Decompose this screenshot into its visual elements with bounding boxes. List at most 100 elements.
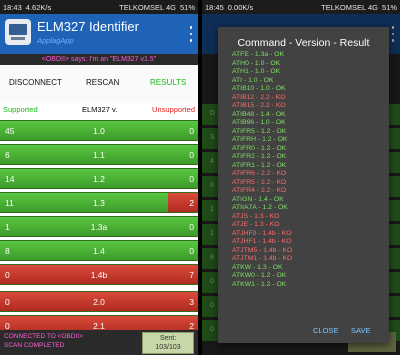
status-bar: 18:45 0.00K/s TELKOMSEL 4G 51% [202, 0, 400, 14]
dimmed-row-letter: 0 [210, 278, 214, 285]
status-time: 18:43 [3, 2, 22, 12]
result-row[interactable]: 0 2.0 3 [0, 291, 198, 312]
command-result-list[interactable]: ATFE - 1.3a - OK ATH0 - 1.0 - OK ATH1 - 1.… [232, 51, 385, 311]
command-result-item: ATKW1 - 1.2 - OK [232, 280, 287, 288]
command-result-item: ATJTM1 - 1.4b - KO [232, 255, 293, 262]
command-result-item: ATJS - 1.3 - KO [232, 212, 280, 220]
result-row[interactable]: 6 1.1 0 [0, 144, 198, 165]
dimmed-row-letter: S [210, 134, 215, 141]
command-result-item: ATIB12 - 2.2 - KO [232, 93, 286, 101]
command-result-item: ATIFR1 - 1.2 - OK [232, 161, 287, 169]
command-result-item: ATIFR6 - 2.2 - KO [232, 170, 287, 177]
command-result-item: ATJHF0 - 1.4b - KO [232, 229, 292, 237]
command-result-item: ATIFR0 - 1.2 - OK [232, 144, 287, 152]
device-response-text: <OBDII> says: I'm an "ELM327 v1.5" [0, 54, 198, 65]
unsupported-count: 0 [189, 126, 194, 136]
app-title: ELM327 Identifier [37, 19, 139, 34]
version-label: 1.4b [90, 270, 108, 280]
disconnect-button[interactable]: DISCONNECT [9, 78, 62, 87]
results-header: Supported ELM327 v. Unsupported [0, 103, 198, 116]
unsupported-count: 0 [189, 246, 194, 256]
connection-status: CONNECTED TO <OBDII> [4, 333, 83, 340]
sent-value: 103/103 [155, 344, 181, 351]
unsupported-count: 0 [189, 222, 194, 232]
version-label: 1.3 [93, 198, 105, 208]
command-result-item: ATJE - 1.3 - KO [232, 221, 280, 228]
version-label: 2.0 [93, 297, 105, 307]
command-result-item: ATIFR2 - 1.2 - OK [232, 153, 287, 160]
right-screen: 18:45 0.00K/s TELKOMSEL 4G 51% D S 4 6 1 1 8 0 0… [202, 0, 400, 355]
tab-bar: DISCONNECT RESCAN RESULTS [0, 65, 198, 103]
command-result-item: ATIFR5 - 2.2 - KO [232, 178, 287, 186]
overflow-menu-icon [389, 24, 397, 44]
status-speed: 4.62K/s [25, 2, 52, 12]
unsupported-count: 3 [189, 297, 194, 307]
app-logo-icon [5, 19, 31, 45]
header-supported: Supported [3, 105, 38, 114]
command-result-item: ATIFRH - 1.2 - OK [232, 136, 288, 143]
status-carrier: TELKOMSEL 4G [119, 2, 176, 12]
dimmed-row-letter: 0 [210, 302, 214, 309]
app-subtitle: ApplagApp [37, 36, 74, 45]
unsupported-count: 7 [189, 270, 194, 280]
command-result-item: ATH0 - 1.0 - OK [232, 59, 281, 67]
unsupported-count: 2 [189, 198, 194, 208]
results-dialog: Command - Version - Result ATFE - 1.3a -… [218, 27, 389, 343]
status-battery: 51% [381, 2, 397, 12]
version-label: 1.1 [93, 150, 105, 160]
dimmed-row-letter: 0 [210, 326, 214, 333]
dialog-title: Command - Version - Result [237, 37, 370, 49]
results-button[interactable]: RESULTS [150, 78, 186, 87]
command-result-item: ATH1 - 1.0 - OK [232, 68, 281, 75]
unsupported-count: 0 [189, 174, 194, 184]
status-time: 18:45 [205, 2, 224, 12]
unsupported-count: 0 [189, 150, 194, 160]
header-unsupported: Unsupported [152, 105, 195, 114]
result-row[interactable]: 0 1.4b 7 [0, 264, 198, 285]
status-battery: 51% [179, 2, 195, 12]
command-result-item: ATJHF1 - 1.4b - KO [232, 238, 292, 245]
command-result-item: ATI - 1.0 - OK [232, 76, 274, 84]
app-bar: ELM327 Identifier ApplagApp [0, 14, 198, 54]
command-result-item: ATIB96 - 1.0 - OK [232, 119, 286, 126]
version-label: 1.4 [93, 246, 105, 256]
command-result-item: ATIB15 - 2.2 - KO [232, 102, 286, 109]
dimmed-row-letter: D [210, 110, 216, 117]
status-bar: 18:43 4.62K/s TELKOMSEL 4G 51% [0, 0, 198, 14]
command-result-item: ATJTM5 - 1.4b - KO [232, 246, 293, 254]
command-result-item: ATKW0 - 1.2 - OK [232, 272, 287, 279]
version-label: 1.2 [93, 174, 105, 184]
dimmed-row-letter: 1 [210, 206, 214, 213]
sent-counter: Sent: 103/103 [142, 332, 194, 354]
status-carrier: TELKOMSEL 4G [321, 2, 378, 12]
save-button[interactable]: SAVE [351, 326, 370, 335]
scan-status: SCAN COMPLETED [4, 342, 65, 349]
header-version: ELM327 v. [82, 105, 118, 114]
result-row[interactable]: 45 1.0 0 [0, 120, 198, 141]
version-label: 1.0 [93, 126, 105, 136]
dimmed-row-letter: 4 [210, 158, 214, 165]
command-result-item: ATIFR4 - 2.2 - KO [232, 187, 287, 194]
status-footer: CONNECTED TO <OBDII> SCAN COMPLETED Sent… [0, 330, 198, 355]
result-row[interactable]: 8 1.4 0 [0, 240, 198, 261]
close-button[interactable]: CLOSE [313, 326, 338, 335]
status-speed: 0.00K/s [227, 2, 254, 12]
command-result-item: ATFE - 1.3a - OK [232, 51, 284, 58]
dimmed-row-letter: 1 [210, 230, 214, 237]
command-result-item: ATKW - 1.3 - OK [232, 263, 283, 271]
command-result-item: ATIIA7A - 1.2 - OK [232, 204, 288, 211]
rescan-button[interactable]: RESCAN [86, 78, 119, 87]
results-list: 45 1.0 0 6 1.1 0 14 1.2 0 11 1.3 2 1 1.3a 0 8 1.4 0 0 1.4b 7… [0, 116, 198, 355]
dimmed-row-letter: 8 [210, 254, 214, 261]
result-row[interactable]: 14 1.2 0 [0, 168, 198, 189]
version-label: 1.3a [90, 222, 108, 232]
result-row[interactable]: 1 1.3a 0 [0, 216, 198, 237]
left-screen: 18:43 4.62K/s TELKOMSEL 4G 51% ELM327 Id… [0, 0, 198, 355]
overflow-menu-icon[interactable] [187, 24, 195, 44]
command-result-item: ATIB48 - 1.4 - OK [232, 110, 286, 118]
sent-label: Sent: [159, 335, 177, 342]
result-row[interactable]: 11 1.3 2 [0, 192, 198, 213]
dimmed-row-letter: 6 [210, 182, 214, 189]
command-result-item: ATIB10 - 1.0 - OK [232, 85, 286, 92]
command-result-item: ATIGN - 1.4 - OK [232, 195, 284, 203]
